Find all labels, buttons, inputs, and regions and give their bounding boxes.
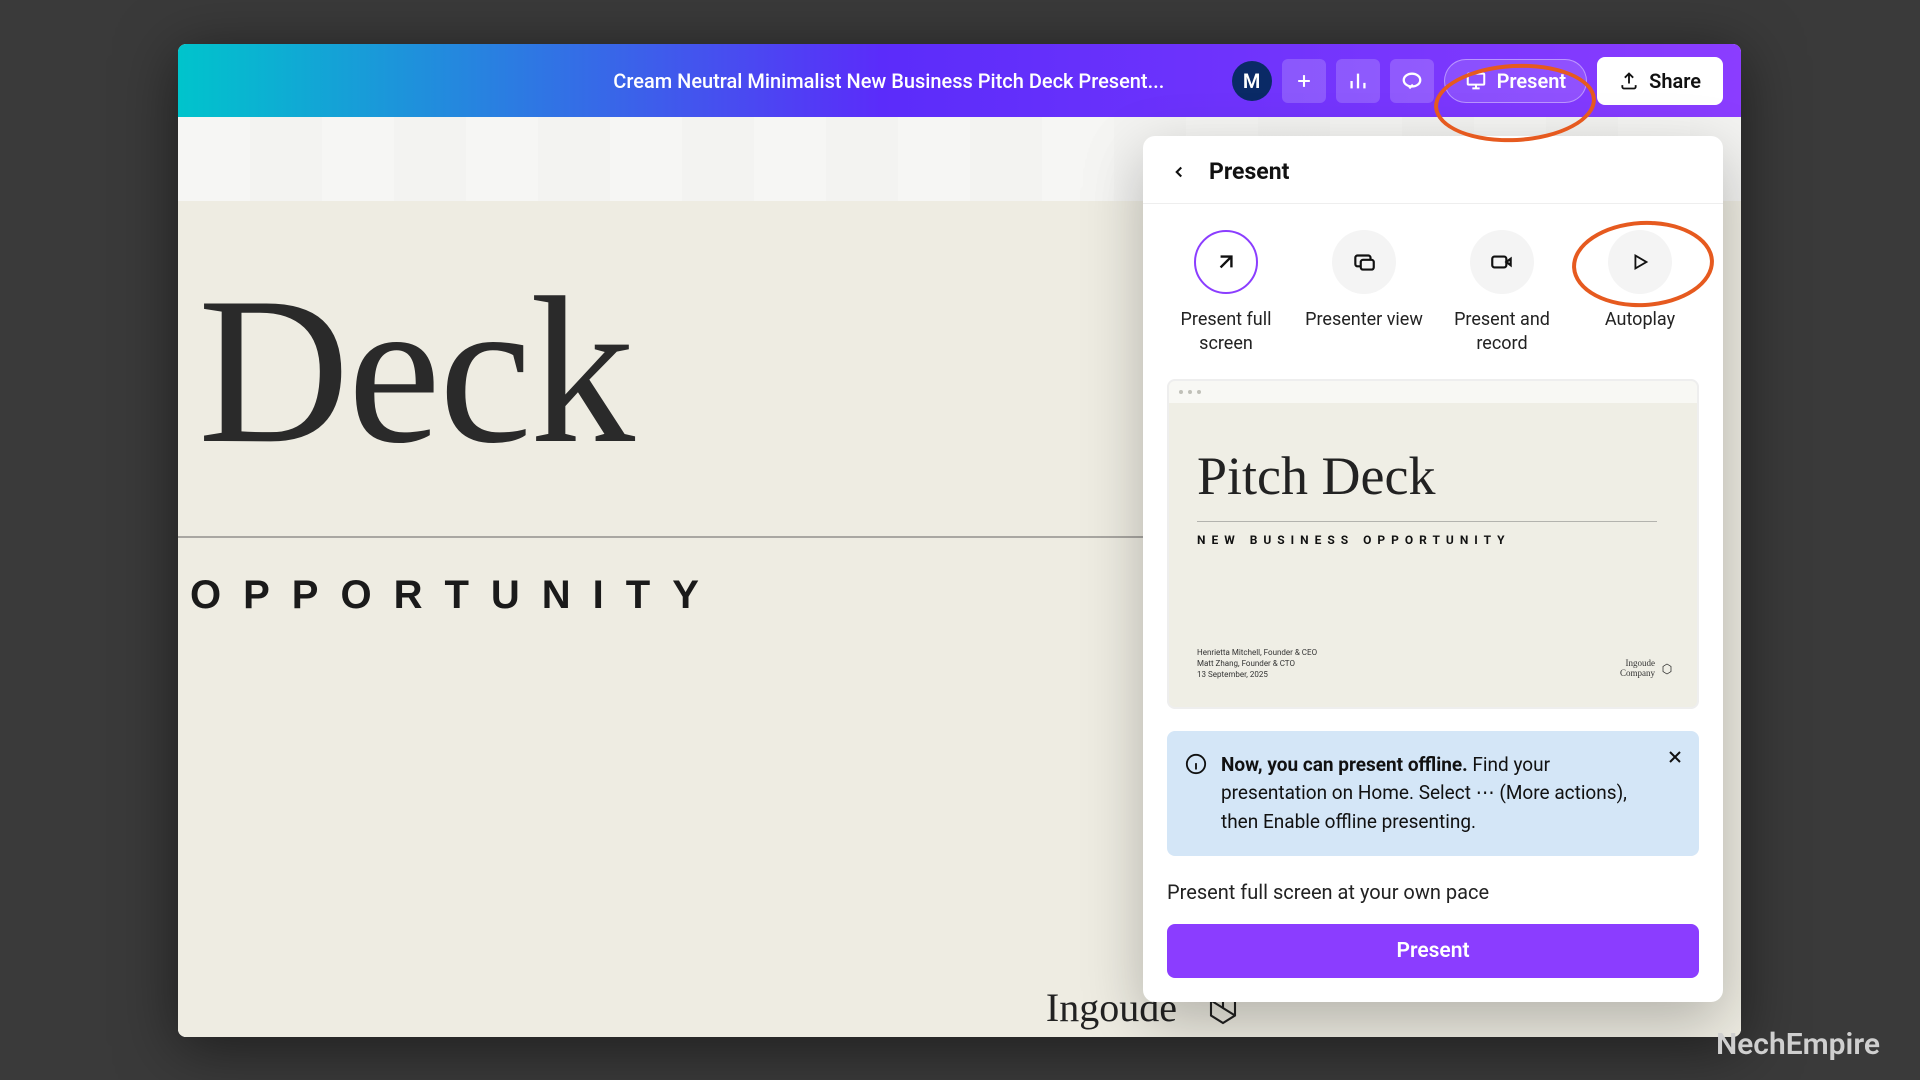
present-mode-description: Present full screen at your own pace xyxy=(1167,880,1699,904)
app-window: Cream Neutral Minimalist New Business Pi… xyxy=(178,44,1741,1037)
present-action-button[interactable]: Present xyxy=(1167,924,1699,978)
mode-present-and-record[interactable]: Present and record xyxy=(1437,230,1567,357)
chart-icon xyxy=(1347,70,1369,92)
presenter-icon xyxy=(1351,249,1377,275)
preview-credits: Henrietta Mitchell, Founder & CEO Matt Z… xyxy=(1197,647,1317,681)
preview-title: Pitch Deck xyxy=(1197,445,1435,507)
record-icon xyxy=(1489,249,1515,275)
watermark: NechEmpire xyxy=(1716,1027,1880,1062)
play-icon xyxy=(1629,251,1651,273)
hexagon-logo-icon xyxy=(1661,663,1673,675)
present-button[interactable]: Present xyxy=(1444,59,1588,103)
present-modes: Present full screen Presenter view Prese… xyxy=(1143,204,1723,361)
upload-icon xyxy=(1619,71,1639,91)
presentation-icon xyxy=(1465,70,1487,92)
info-text: Now, you can present offline. Find your … xyxy=(1221,751,1681,837)
close-icon xyxy=(1665,747,1685,767)
comments-button[interactable] xyxy=(1390,59,1434,103)
slide-divider xyxy=(178,536,1148,538)
present-button-label: Present xyxy=(1497,69,1567,93)
preview-window-bar xyxy=(1169,381,1697,403)
panel-back-button[interactable] xyxy=(1167,160,1191,184)
preview-divider xyxy=(1197,521,1657,522)
share-button-label: Share xyxy=(1649,69,1701,93)
comment-icon xyxy=(1401,70,1423,92)
panel-header: Present xyxy=(1143,136,1723,204)
present-panel: Present Present full screen Presenter vi… xyxy=(1143,136,1723,1002)
plus-icon xyxy=(1294,71,1314,91)
mode-present-fullscreen[interactable]: Present full screen xyxy=(1161,230,1291,357)
slide-thumbnail[interactable]: Pitch Deck NEW BUSINESS OPPORTUNITY Henr… xyxy=(1167,379,1699,709)
fullscreen-icon xyxy=(1213,249,1239,275)
mode-autoplay[interactable]: Autoplay xyxy=(1575,230,1705,357)
preview-brand: Ingoude Company xyxy=(1620,659,1673,679)
preview-subtitle: NEW BUSINESS OPPORTUNITY xyxy=(1197,533,1511,547)
slide-subtitle-text: OPPORTUNITY xyxy=(190,573,721,618)
add-user-button[interactable] xyxy=(1282,59,1326,103)
info-close-button[interactable] xyxy=(1665,747,1685,771)
analytics-button[interactable] xyxy=(1336,59,1380,103)
top-toolbar: Cream Neutral Minimalist New Business Pi… xyxy=(178,44,1741,117)
panel-title: Present xyxy=(1209,158,1289,185)
slide-title-text: Deck xyxy=(198,251,633,492)
offline-info-banner: Now, you can present offline. Find your … xyxy=(1167,731,1699,857)
chevron-left-icon xyxy=(1170,163,1188,181)
info-icon xyxy=(1185,753,1207,779)
share-button[interactable]: Share xyxy=(1597,57,1723,105)
mode-presenter-view[interactable]: Presenter view xyxy=(1299,230,1429,357)
document-title[interactable]: Cream Neutral Minimalist New Business Pi… xyxy=(196,69,1222,93)
user-avatar[interactable]: M xyxy=(1232,61,1272,101)
